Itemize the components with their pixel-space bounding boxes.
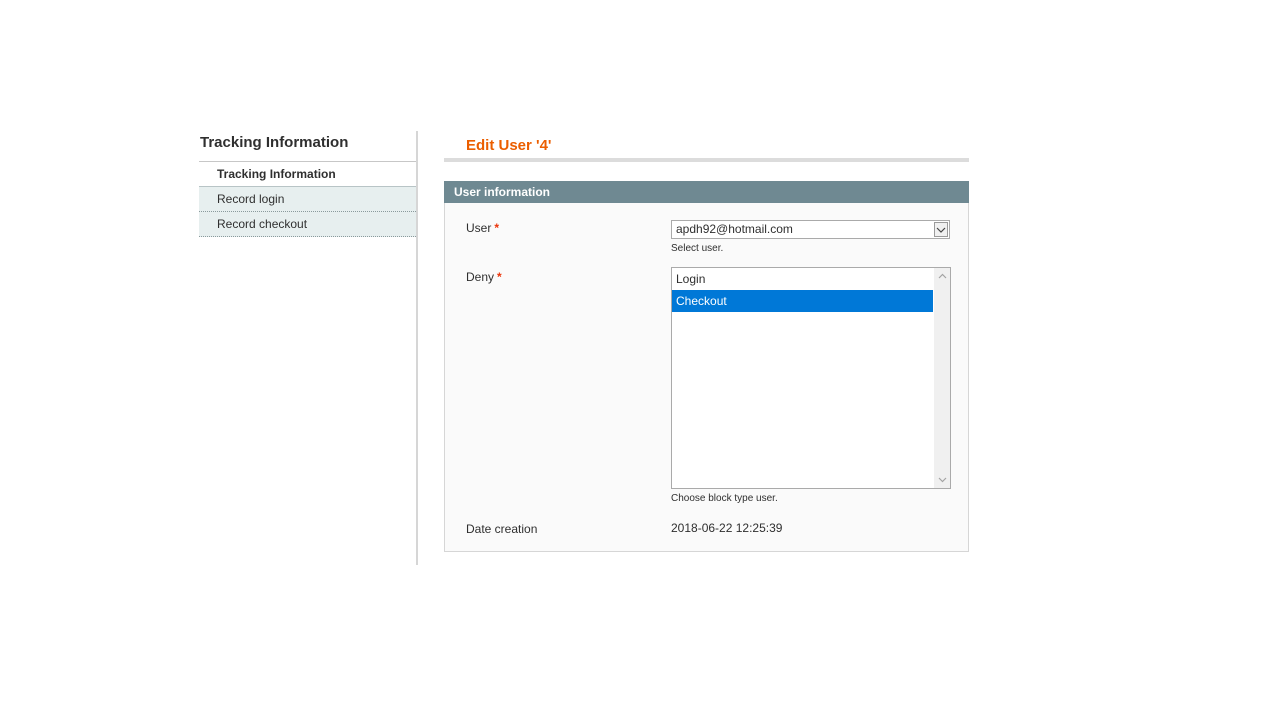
deny-multiselect[interactable]: Login Checkout [671, 267, 951, 489]
date-creation-value: 2018-06-22 12:25:39 [671, 521, 783, 535]
user-label: User * [466, 221, 499, 235]
sidebar-item-record-login[interactable]: Record login [199, 187, 416, 212]
deny-label-text: Deny [466, 270, 495, 284]
deny-scrollbar[interactable] [934, 268, 950, 488]
user-note: Select user. [671, 243, 724, 254]
user-label-text: User [466, 221, 492, 235]
deny-option-login[interactable]: Login [672, 268, 933, 290]
date-creation-label: Date creation [466, 522, 538, 536]
sidebar-item-tracking-information[interactable]: Tracking Information [199, 162, 416, 187]
chevron-down-icon[interactable] [934, 222, 948, 237]
scroll-down-arrow-icon[interactable] [934, 472, 950, 488]
user-information-fieldset: User * apdh92@hotmail.com Select user. De… [444, 203, 969, 552]
fieldset-header: User information [444, 181, 969, 203]
sidebar-title: Tracking Information [199, 131, 416, 162]
deny-note: Choose block type user. [671, 493, 778, 504]
scroll-up-arrow-icon[interactable] [934, 268, 950, 284]
page-title: Edit User '4' [444, 131, 969, 162]
sidebar-item-record-checkout[interactable]: Record checkout [199, 212, 416, 237]
deny-label: Deny * [466, 270, 502, 284]
sidebar: Tracking Information Tracking Informatio… [199, 131, 418, 565]
main-content: Edit User '4' User information User * apd… [444, 131, 969, 552]
required-mark: * [497, 270, 502, 284]
required-mark: * [494, 221, 500, 235]
user-select-value: apdh92@hotmail.com [676, 222, 793, 236]
user-select[interactable]: apdh92@hotmail.com [671, 220, 950, 239]
deny-option-checkout[interactable]: Checkout [672, 290, 933, 312]
